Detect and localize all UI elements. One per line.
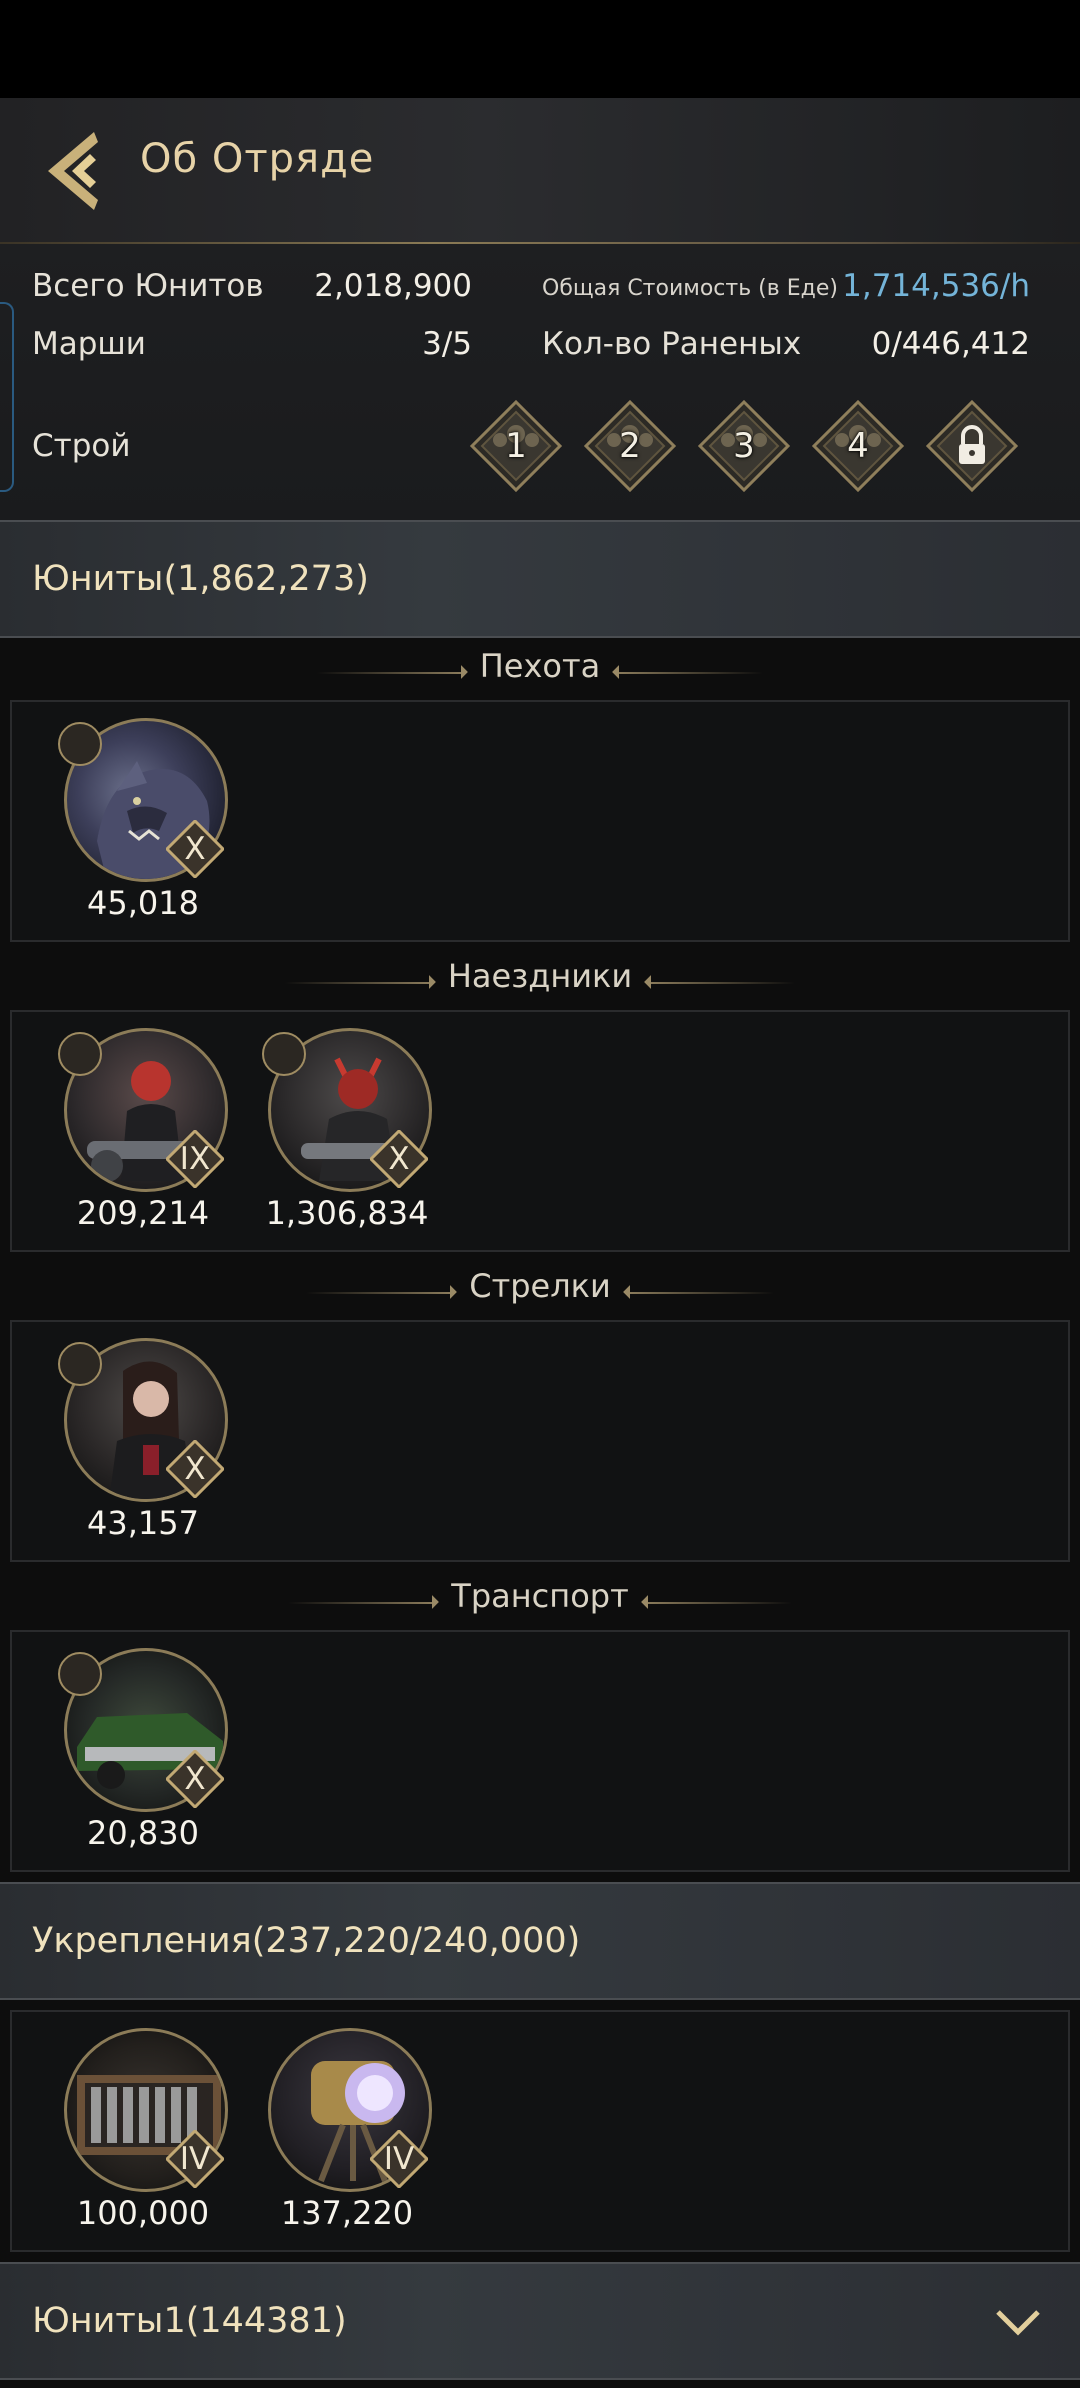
back-arrow-icon (48, 132, 98, 210)
total-cost-value: 1,714,536/h (842, 268, 1030, 304)
units-group-label: Юниты(1,862,273) (32, 559, 369, 599)
formation-2-button[interactable]: 2 (584, 400, 676, 492)
unit-count: 20,830 (87, 1814, 199, 1852)
tier-badge: X (370, 1130, 428, 1188)
unit-count: 43,157 (87, 1504, 199, 1542)
fortification-card[interactable]: IV 100,000 (48, 2028, 228, 2233)
section-title-shooters: Стрелки (0, 1261, 1080, 1311)
section-title-transport: Транспорт (0, 1571, 1080, 1621)
infantry-panel: X 45,018 (10, 700, 1070, 942)
formation-number: 2 (619, 426, 641, 466)
shooter-type-icon (58, 1342, 102, 1386)
units-group-header[interactable]: Юниты(1,862,273) (0, 520, 1080, 638)
rider-type-icon (58, 1032, 102, 1076)
title-ornament (284, 981, 430, 984)
unit-count: 100,000 (76, 2194, 210, 2232)
marches-label: Марши (32, 326, 146, 362)
rider-type-icon (262, 1032, 306, 1076)
shooters-panel: X 43,157 (10, 1320, 1070, 1562)
unit-count: 45,018 (87, 884, 199, 922)
unit-card[interactable]: X 45,018 (48, 718, 228, 923)
title-ornament (306, 1291, 452, 1294)
total-units-value: 2,018,900 (314, 268, 472, 304)
title-ornament (628, 1291, 774, 1294)
unit-count: 209,214 (76, 1194, 210, 1232)
riders-panel: IX 209,214 X 1,306,834 (10, 1010, 1070, 1252)
wounded-label: Кол-во Раненых (542, 326, 802, 362)
lock-icon (926, 400, 1018, 492)
transport-panel: X 20,830 (10, 1630, 1070, 1872)
formation-number: 4 (847, 426, 869, 466)
formation-1-button[interactable]: 1 (470, 400, 562, 492)
fortifications-group-header[interactable]: Укрепления(237,220/240,000) (0, 1882, 1080, 2000)
title-ornament (316, 671, 462, 674)
unit-card[interactable]: X 1,306,834 (252, 1028, 432, 1233)
page-title: Об Отряде (140, 136, 375, 182)
transport-type-icon (58, 1652, 102, 1696)
units1-group-header[interactable]: Юниты1(144381) (0, 2262, 1080, 2380)
fortification-card[interactable]: IV 137,220 (252, 2028, 432, 2233)
total-units-label: Всего Юнитов (32, 268, 264, 304)
total-cost-label: Общая Стоимость (в Еде) (542, 276, 838, 301)
side-tab[interactable] (0, 302, 14, 492)
fortifications-panel: IV 100,000 IV 137,220 (10, 2010, 1070, 2252)
unit-card[interactable]: IX 209,214 (48, 1028, 228, 1233)
tier-badge: IX (166, 1130, 224, 1188)
tier-badge: IV (166, 2130, 224, 2188)
unit-card[interactable]: X 43,157 (48, 1338, 228, 1543)
title-ornament (618, 671, 764, 674)
title-ornament (646, 1601, 792, 1604)
formation-3-button[interactable]: 3 (698, 400, 790, 492)
formation-label: Строй (32, 428, 131, 464)
tier-badge: X (166, 820, 224, 878)
status-bar (0, 0, 1080, 98)
section-title-riders: Наездники (0, 951, 1080, 1001)
marches-value: 3/5 (422, 326, 472, 362)
infantry-type-icon (58, 722, 102, 766)
wounded-value: 0/446,412 (871, 326, 1030, 362)
chevron-down-icon[interactable] (994, 2304, 1042, 2340)
tier-badge: IV (370, 2130, 428, 2188)
formation-number: 3 (733, 426, 755, 466)
back-button[interactable] (40, 126, 110, 216)
header: Об Отряде (0, 98, 1080, 244)
title-ornament (288, 1601, 434, 1604)
fortifications-group-label: Укрепления(237,220/240,000) (32, 1921, 581, 1961)
stats-panel: Всего Юнитов 2,018,900 Общая Стоимость (… (0, 244, 1080, 520)
formation-number: 1 (505, 426, 527, 466)
formation-locked-button[interactable] (926, 400, 1018, 492)
unit-count: 1,306,834 (265, 1194, 429, 1232)
formation-4-button[interactable]: 4 (812, 400, 904, 492)
units1-group-label: Юниты1(144381) (32, 2301, 347, 2341)
title-ornament (650, 981, 796, 984)
unit-card[interactable]: X 20,830 (48, 1648, 228, 1853)
section-title-infantry: Пехота (0, 641, 1080, 691)
unit-count: 137,220 (280, 2194, 414, 2232)
tier-badge: X (166, 1750, 224, 1808)
tier-badge: X (166, 1440, 224, 1498)
